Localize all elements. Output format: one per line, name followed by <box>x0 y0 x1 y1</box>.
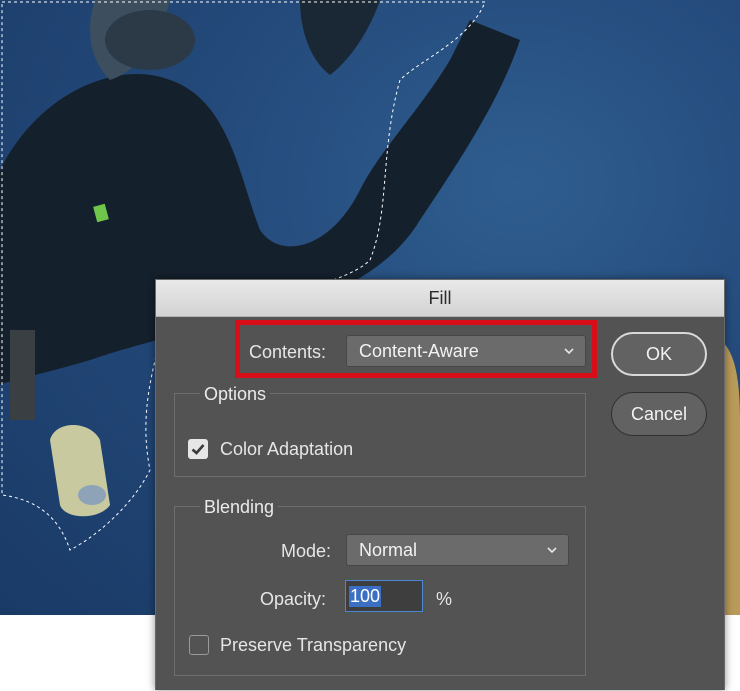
cancel-button[interactable]: Cancel <box>611 392 707 436</box>
contents-select[interactable]: Content-Aware <box>346 335 586 367</box>
opacity-input[interactable]: 100 <box>345 580 423 612</box>
chevron-down-icon <box>564 348 574 355</box>
contents-label: Contents: <box>249 342 327 362</box>
mode-value: Normal <box>359 539 418 560</box>
mode-label: Mode: <box>281 541 332 561</box>
options-group-title: Options <box>200 384 271 405</box>
color-adaptation-checkbox[interactable] <box>188 439 208 459</box>
color-adaptation-label: Color Adaptation <box>220 439 354 459</box>
checkmark-icon <box>191 444 205 455</box>
mode-select[interactable]: Normal <box>346 534 569 566</box>
opacity-unit: % <box>436 589 453 609</box>
opacity-label: Opacity: <box>260 589 327 609</box>
options-group <box>174 393 586 477</box>
chevron-down-icon <box>547 547 557 554</box>
contents-value: Content-Aware <box>359 340 479 361</box>
fill-dialog: Fill Contents: Content-Aware OK Cancel O… <box>155 279 725 690</box>
blending-group-title: Blending <box>200 497 279 518</box>
preserve-transparency-label: Preserve Transparency <box>220 635 407 655</box>
opacity-value: 100 <box>349 585 382 607</box>
dialog-title: Fill <box>156 280 724 317</box>
ok-button[interactable]: OK <box>611 332 707 376</box>
preserve-transparency-checkbox[interactable] <box>189 635 209 655</box>
